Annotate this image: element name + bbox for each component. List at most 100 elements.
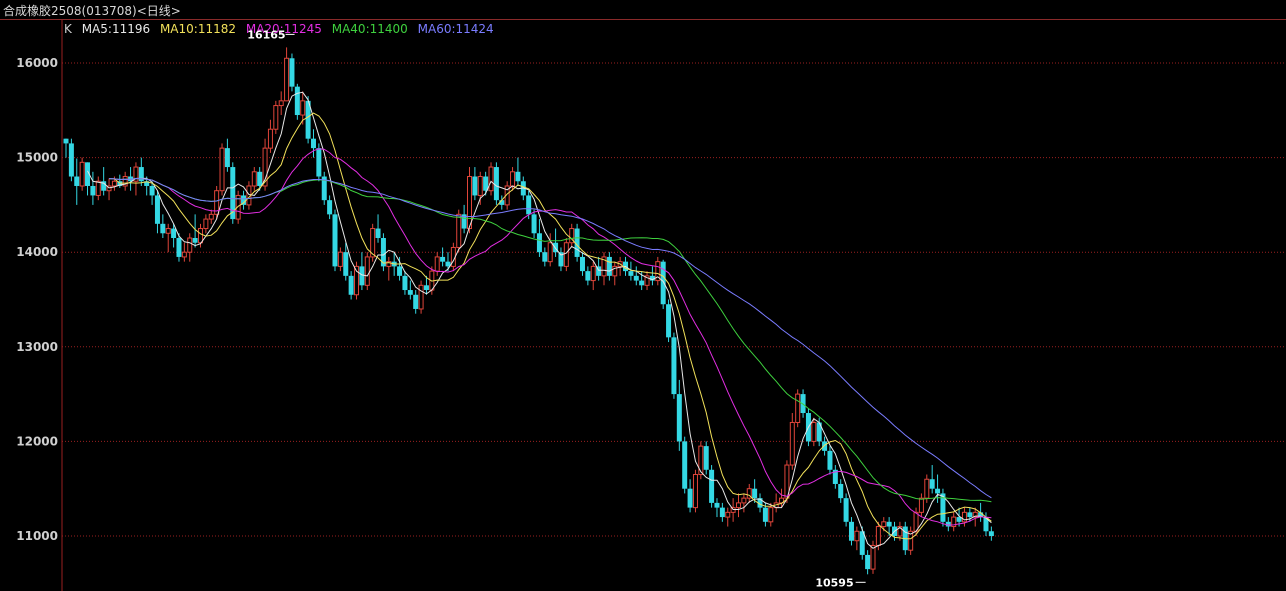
candle-body [181, 251, 187, 258]
candle-body [741, 497, 747, 504]
candle-body [676, 394, 682, 442]
candle-body [563, 242, 569, 267]
candle-body [865, 554, 871, 570]
candle-body [493, 167, 499, 201]
y-tick-label: 12000 [16, 434, 58, 448]
candle-body [827, 450, 833, 470]
candle-body [768, 507, 774, 523]
low-price-label: 10595 [815, 576, 853, 589]
ma20-line [108, 148, 992, 526]
candle-body [698, 445, 704, 476]
candle-body [154, 195, 160, 224]
candle-body [337, 251, 343, 267]
candle-body [536, 233, 542, 253]
candle-body [789, 421, 795, 466]
candle-body [440, 256, 446, 262]
candle-body [171, 228, 177, 239]
candle-body [407, 290, 413, 295]
high-price-label: 16165 [247, 28, 285, 41]
candle-body [294, 86, 300, 116]
candle-body [924, 478, 930, 499]
candle-body [843, 498, 849, 522]
candle-body [762, 507, 768, 522]
candle-body [547, 242, 553, 263]
candle-body [165, 228, 171, 234]
candle-body [918, 497, 924, 513]
candlestick-chart[interactable]: 16000 15000 14000 13000 12000 11000 16165 10595 [0, 0, 1286, 591]
candle-body [74, 176, 80, 186]
candle-body [327, 200, 333, 215]
candle-body [886, 521, 892, 527]
candle-body [160, 223, 166, 234]
candle-body [585, 271, 591, 281]
candle-body [515, 171, 521, 182]
candle-body [736, 502, 741, 509]
candle-body [198, 228, 203, 244]
candle-body [848, 521, 854, 541]
candle-body [854, 530, 860, 542]
candle-body [666, 304, 672, 338]
candle-body [219, 147, 225, 192]
candle-body [111, 180, 117, 187]
candle-body [267, 128, 273, 149]
candle-body [682, 441, 688, 489]
candle-body [149, 185, 155, 196]
candle-body [467, 176, 472, 230]
candle-body [752, 488, 758, 499]
candle-body [531, 214, 537, 234]
candle-body [719, 507, 725, 518]
candle-body [935, 488, 941, 494]
candle-body [413, 294, 419, 309]
candle-body [208, 213, 214, 220]
candle-body [703, 446, 709, 470]
candle-body [633, 275, 639, 281]
candle-body [822, 441, 828, 451]
candle-body [332, 214, 338, 267]
candle-body [795, 393, 801, 423]
y-tick-label: 11000 [16, 529, 58, 543]
candle-body [68, 143, 74, 177]
candles-group [63, 47, 994, 575]
candle-body [273, 105, 279, 130]
candle-body [300, 100, 306, 116]
candle-body [402, 275, 408, 291]
candle-body [472, 176, 478, 196]
y-tick-label: 14000 [16, 245, 58, 259]
candle-body [284, 57, 290, 102]
ma60-line [108, 177, 992, 499]
candle-body [811, 421, 817, 442]
candle-body [929, 479, 935, 489]
candle-body [278, 100, 284, 107]
candle-body [875, 526, 881, 546]
candle-body [687, 488, 693, 508]
candle-body [988, 531, 994, 536]
candle-body [95, 180, 101, 196]
candle-body [380, 238, 386, 267]
candle-body [310, 138, 316, 149]
ma40-line [108, 177, 992, 503]
candle-body [187, 237, 193, 253]
candle-body [692, 474, 698, 509]
y-tick-label: 13000 [16, 340, 58, 354]
ma10-line [108, 112, 992, 540]
candle-body [289, 58, 295, 87]
candle-body [510, 171, 516, 187]
candle-body [456, 213, 462, 248]
candle-body [251, 171, 257, 187]
candle-body [348, 275, 354, 295]
candle-body [606, 256, 612, 276]
candle-body [203, 218, 209, 230]
candle-body [628, 271, 634, 276]
candle-body [375, 228, 381, 239]
candle-body [359, 266, 365, 286]
candle-body [176, 238, 182, 257]
candle-body [725, 511, 731, 518]
candle-body [397, 266, 403, 276]
candle-body [90, 185, 96, 196]
candle-body [257, 171, 263, 186]
candle-body [714, 502, 720, 508]
candle-body [542, 252, 548, 262]
candle-body [639, 280, 645, 286]
candle-body [343, 252, 349, 276]
candle-body [316, 148, 322, 177]
